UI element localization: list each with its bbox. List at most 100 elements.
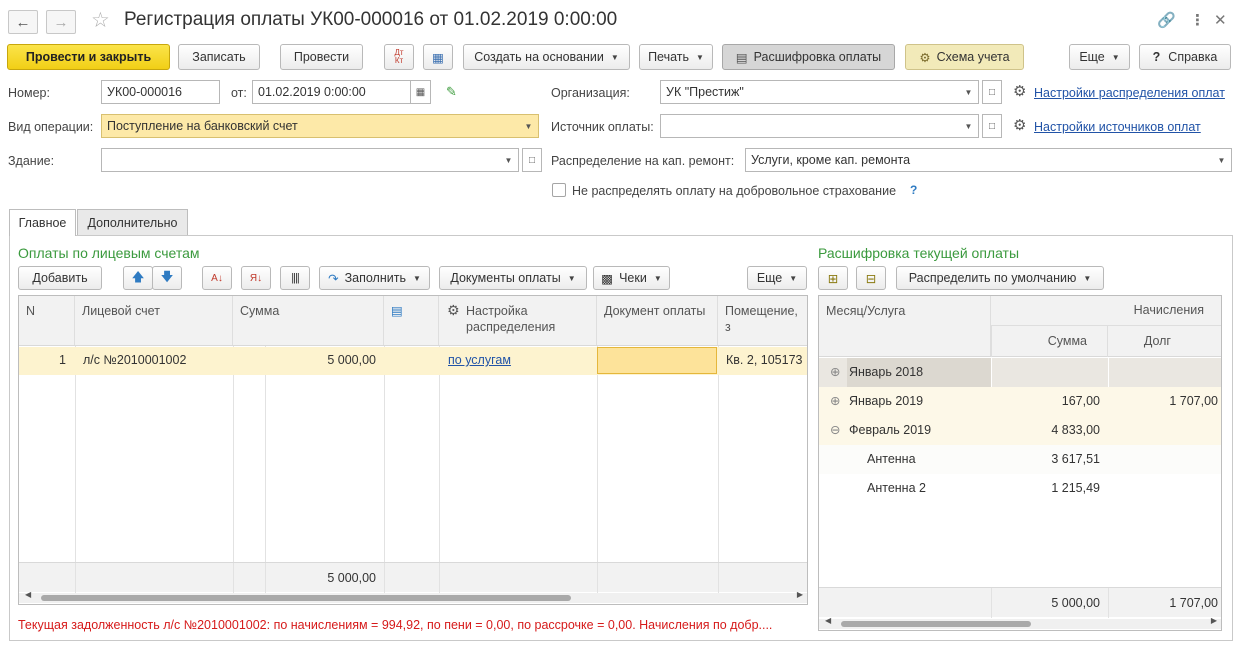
left-more-button[interactable]: Еще ▼ bbox=[747, 266, 807, 290]
column-header-n[interactable]: N bbox=[19, 296, 75, 345]
payment-breakdown-title: Расшифровка текущей оплаты bbox=[818, 245, 1020, 261]
more-button[interactable]: Еще ▼ bbox=[1069, 44, 1130, 70]
calendar-button[interactable]: ▦ bbox=[411, 80, 431, 104]
sort-desc-icon: Я↓ bbox=[249, 272, 263, 284]
column-header-distribution-setting[interactable]: ⚙ Настройка распределения bbox=[439, 296, 597, 345]
tab-additional[interactable]: Дополнительно bbox=[77, 209, 188, 235]
gear-icon: ⚙ bbox=[1013, 83, 1027, 100]
create-based-on-button[interactable]: Создать на основании ▼ bbox=[463, 44, 630, 70]
building-open-button[interactable]: □ bbox=[522, 148, 542, 172]
column-header-debt[interactable]: Долг bbox=[1108, 326, 1221, 357]
fill-button[interactable]: ↷ Заполнить ▼ bbox=[319, 266, 430, 290]
building-dropdown-button[interactable]: ▼ bbox=[499, 148, 519, 172]
scrollbar-thumb[interactable] bbox=[41, 595, 571, 601]
scrollbar-thumb[interactable] bbox=[841, 621, 1031, 627]
arrow-left-icon: ← bbox=[15, 13, 31, 31]
column-header-accruals[interactable]: Начисления bbox=[991, 296, 1221, 326]
help-button[interactable]: ? Справка bbox=[1139, 44, 1231, 70]
dt-kt-button[interactable]: Дт Кт bbox=[384, 44, 414, 70]
date-label: от: bbox=[231, 86, 247, 100]
column-header-payment-document[interactable]: Документ оплаты bbox=[597, 296, 718, 345]
post-button[interactable]: Провести bbox=[280, 44, 363, 70]
sort-desc-button[interactable]: Я↓ bbox=[241, 266, 271, 290]
tree-row-sum: 3 617,51 bbox=[1051, 452, 1100, 466]
save-button[interactable]: Записать bbox=[178, 44, 260, 70]
column-header-sum[interactable]: Сумма bbox=[991, 326, 1108, 357]
distribution-setting-header-label: Настройка распределения bbox=[466, 304, 556, 334]
tree-row-debt: 1 707,00 bbox=[1169, 394, 1218, 408]
tree-row[interactable]: ⊕ Январь 2019 167,00 1 707,00 bbox=[819, 387, 1221, 416]
print-button[interactable]: Печать ▼ bbox=[639, 44, 713, 70]
row-number: 1 bbox=[59, 353, 66, 367]
tree-row-sum: 1 215,49 bbox=[1051, 481, 1100, 495]
date-field[interactable]: 01.02.2019 0:00:00 bbox=[252, 80, 411, 104]
question-icon: ? bbox=[1152, 50, 1161, 64]
move-down-button[interactable]: 🡇 bbox=[152, 266, 182, 290]
post-and-close-button[interactable]: Провести и закрыть bbox=[7, 44, 170, 70]
expand-tree-icon: ⊞ bbox=[827, 271, 839, 286]
close-icon[interactable]: ✕ bbox=[1214, 11, 1227, 29]
organization-field[interactable]: УК "Престиж" bbox=[660, 80, 961, 104]
forward-button[interactable]: → bbox=[46, 10, 76, 34]
operation-dropdown-button[interactable]: ▼ bbox=[519, 114, 539, 138]
column-header-account[interactable]: Лицевой счет bbox=[75, 296, 233, 345]
horizontal-scrollbar[interactable]: ◀ ▶ bbox=[19, 590, 807, 603]
row-payment-document-cell[interactable] bbox=[597, 347, 717, 374]
column-header-icon[interactable]: ▤ bbox=[384, 296, 439, 345]
payment-breakdown-button[interactable]: ▤ Расшифровка оплаты bbox=[722, 44, 895, 70]
more-vert-icon[interactable]: ⋮ bbox=[1190, 11, 1205, 29]
barcode-button[interactable]: |||| bbox=[280, 266, 310, 290]
breakdown-horizontal-scrollbar[interactable]: ◀ ▶ bbox=[819, 616, 1221, 629]
capital-repair-dropdown-button[interactable]: ▼ bbox=[1212, 148, 1232, 172]
check-icon[interactable]: ✎ bbox=[446, 84, 457, 100]
payment-source-dropdown-button[interactable]: ▼ bbox=[959, 114, 979, 138]
accounting-scheme-button[interactable]: ⚙ Схема учета bbox=[905, 44, 1024, 70]
capital-repair-field[interactable]: Услуги, кроме кап. ремонта bbox=[745, 148, 1214, 172]
column-header-month-service[interactable]: Месяц/Услуга bbox=[819, 296, 991, 356]
move-up-button[interactable]: 🡅 bbox=[123, 266, 153, 290]
distribute-default-button[interactable]: Распределить по умолчанию ▼ bbox=[896, 266, 1104, 290]
add-button[interactable]: Добавить bbox=[18, 266, 102, 290]
payment-breakdown-table[interactable]: Месяц/Услуга Начисления Сумма Долг ⊕ Янв… bbox=[818, 295, 1222, 631]
capital-repair-label: Распределение на кап. ремонт: bbox=[551, 154, 735, 168]
column-header-premises[interactable]: Помещение, з bbox=[718, 296, 807, 345]
tree-row[interactable]: Антенна 3 617,51 bbox=[819, 445, 1221, 474]
table-row[interactable]: 1 л/с №2010001002 5 000,00 по услугам Кв… bbox=[19, 347, 807, 375]
tree-row[interactable]: ⊖ Февраль 2019 4 833,00 bbox=[819, 416, 1221, 445]
tree-row[interactable]: ⊕ Январь 2018 bbox=[819, 358, 1221, 387]
column-header-sum[interactable]: Сумма bbox=[233, 296, 384, 345]
account-payments-table[interactable]: N Лицевой счет Сумма ▤ ⚙ Настройка распр… bbox=[18, 295, 808, 605]
expand-all-button[interactable]: ⊞ bbox=[818, 266, 848, 290]
source-settings-link[interactable]: Настройки источников оплат bbox=[1034, 120, 1201, 134]
expand-icon[interactable]: ⊕ bbox=[830, 393, 840, 408]
building-label: Здание: bbox=[8, 154, 55, 168]
tree-row[interactable]: Антенна 2 1 215,49 bbox=[819, 474, 1221, 503]
payment-source-field[interactable] bbox=[660, 114, 961, 138]
organization-open-button[interactable]: □ bbox=[982, 80, 1002, 104]
organization-dropdown-button[interactable]: ▼ bbox=[959, 80, 979, 104]
collapse-all-button[interactable]: ⊟ bbox=[856, 266, 886, 290]
distribution-settings-link[interactable]: Настройки распределения оплат bbox=[1034, 86, 1225, 100]
expand-icon[interactable]: ⊕ bbox=[830, 364, 840, 379]
document-arrow-icon: ▤ bbox=[391, 304, 403, 318]
collapse-icon[interactable]: ⊖ bbox=[830, 422, 840, 437]
payment-documents-button[interactable]: Документы оплаты ▼ bbox=[439, 266, 587, 290]
back-button[interactable]: ← bbox=[8, 10, 38, 34]
number-field[interactable]: УК00-000016 bbox=[101, 80, 220, 104]
structure-button[interactable]: ▦ bbox=[423, 44, 453, 70]
building-field[interactable] bbox=[101, 148, 501, 172]
tab-main[interactable]: Главное bbox=[9, 209, 76, 236]
sort-asc-button[interactable]: A↓ bbox=[202, 266, 232, 290]
more-label: Еще bbox=[1079, 50, 1105, 64]
tree-row-label: Январь 2019 bbox=[849, 394, 924, 408]
no-insurance-checkbox[interactable] bbox=[552, 183, 566, 197]
row-distribution-setting-link[interactable]: по услугам bbox=[448, 353, 511, 367]
help-question-icon[interactable]: ? bbox=[910, 183, 917, 197]
operation-type-field[interactable]: Поступление на банковский счет bbox=[101, 114, 521, 138]
number-label: Номер: bbox=[8, 86, 50, 100]
checks-button[interactable]: ▩ Чеки ▼ bbox=[593, 266, 670, 290]
favorite-star-icon[interactable]: ☆ bbox=[91, 8, 110, 33]
no-insurance-label: Не распределять оплату на добровольное с… bbox=[572, 184, 897, 198]
payment-source-open-button[interactable]: □ bbox=[982, 114, 1002, 138]
link-icon[interactable]: 🔗 bbox=[1157, 11, 1176, 29]
